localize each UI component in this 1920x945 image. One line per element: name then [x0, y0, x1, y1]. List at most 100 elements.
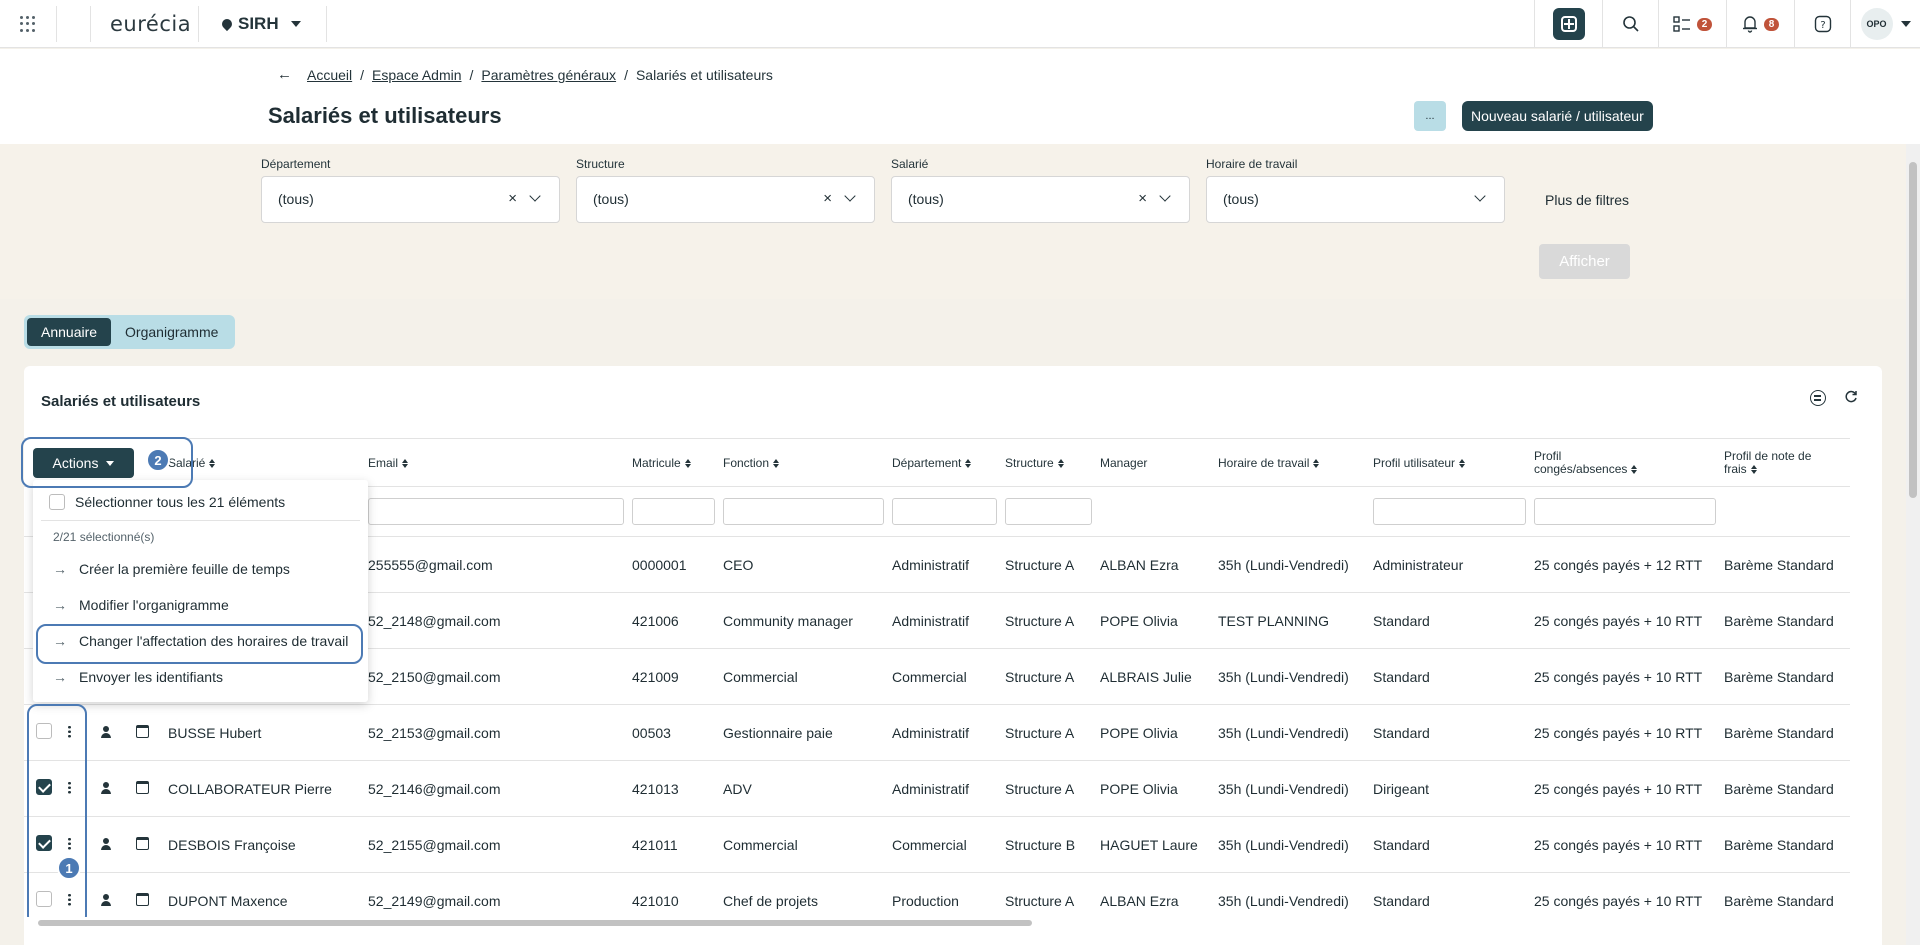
user-icon[interactable]: [100, 725, 112, 738]
cell-name: BUSSE Hubert: [164, 704, 364, 761]
calendar-icon[interactable]: [136, 724, 149, 738]
chevron-down-icon: [529, 190, 541, 202]
header-structure[interactable]: Structure: [1001, 438, 1096, 487]
header-horaire[interactable]: Horaire de travail: [1214, 438, 1369, 487]
svg-text:?: ?: [1820, 20, 1825, 31]
header-profil-utilisateur[interactable]: Profil utilisateur: [1369, 438, 1530, 487]
select-all-checkbox[interactable]: [49, 494, 65, 510]
structure-filter-input[interactable]: [1005, 498, 1092, 525]
breadcrumb-accueil[interactable]: Accueil: [307, 67, 352, 83]
user-menu[interactable]: OPO: [1850, 0, 1920, 48]
cell-conges: 25 congés payés + 10 RTT: [1530, 592, 1720, 649]
fonction-filter-input[interactable]: [723, 498, 884, 525]
refresh-icon[interactable]: [1844, 390, 1858, 404]
horaire-select[interactable]: (tous): [1206, 176, 1505, 223]
quick-add-button[interactable]: [1534, 0, 1602, 48]
cell-matricule: 421011: [628, 816, 719, 873]
tab-organigramme[interactable]: Organigramme: [111, 318, 232, 346]
select-all-option[interactable]: Sélectionner tous les 21 éléments: [49, 494, 285, 510]
scroll-thumb[interactable]: [1909, 162, 1917, 498]
cell-profil: Dirigeant: [1369, 760, 1530, 817]
cell-horaire: 35h (Lundi-Vendredi): [1214, 760, 1369, 817]
departement-select[interactable]: (tous) ×: [261, 176, 560, 223]
help-button[interactable]: ?: [1794, 0, 1850, 48]
cell-profil: Standard: [1369, 592, 1530, 649]
header-profil-conges[interactable]: Profil congés/absences: [1530, 438, 1720, 487]
action-send-credentials[interactable]: → Envoyer les identifiants: [53, 669, 223, 685]
calendar-icon[interactable]: [136, 836, 149, 850]
header-fonction[interactable]: Fonction: [719, 438, 888, 487]
cell-structure: Structure A: [1001, 760, 1096, 817]
logo[interactable]: eurécia: [110, 12, 191, 36]
cell-conges: 25 congés payés + 12 RTT: [1530, 536, 1720, 593]
filter-label: Département: [261, 157, 331, 171]
cell-profil: Standard: [1369, 648, 1530, 705]
filter-label: Salarié: [891, 157, 929, 171]
card-title: Salariés et utilisateurs: [41, 393, 201, 410]
column-settings-icon[interactable]: [1810, 390, 1826, 406]
cell-matricule: 0000001: [628, 536, 719, 593]
cell-name: COLLABORATEUR Pierre: [164, 760, 364, 817]
header-departement[interactable]: Département: [888, 438, 1001, 487]
header-email[interactable]: Email: [364, 438, 628, 487]
breadcrumb-separator: /: [469, 67, 474, 83]
cell-structure: Structure A: [1001, 704, 1096, 761]
apps-grid-icon[interactable]: [20, 16, 36, 32]
clear-icon[interactable]: ×: [823, 190, 832, 207]
action-edit-org-chart[interactable]: → Modifier l'organigramme: [53, 597, 229, 613]
cell-manager: POPE Olivia: [1096, 592, 1214, 649]
search-button[interactable]: [1602, 0, 1658, 48]
cell-manager: ALBAN Ezra: [1096, 536, 1214, 593]
table-row[interactable]: BUSSE Hubert 52_2153@gmail.com 00503 Gestio…: [24, 704, 1850, 761]
tab-annuaire[interactable]: Annuaire: [27, 318, 112, 346]
more-filters-link[interactable]: Plus de filtres: [1545, 192, 1629, 208]
cell-manager: POPE Olivia: [1096, 760, 1214, 817]
matricule-filter-input[interactable]: [632, 498, 715, 525]
filter-label: Horaire de travail: [1206, 157, 1298, 171]
clear-icon[interactable]: ×: [508, 190, 517, 207]
calendar-icon[interactable]: [136, 780, 149, 794]
header-matricule[interactable]: Matricule: [628, 438, 719, 487]
departement-filter-input[interactable]: [892, 498, 997, 525]
action-create-timesheet[interactable]: → Créer la première feuille de temps: [53, 561, 290, 577]
breadcrumb-parametres[interactable]: Paramètres généraux: [481, 67, 616, 83]
cell-matricule: 421006: [628, 592, 719, 649]
email-filter-input[interactable]: [368, 498, 624, 525]
clear-icon[interactable]: ×: [1138, 190, 1147, 207]
horizontal-scrollbar[interactable]: [24, 917, 1882, 929]
apply-filters-button[interactable]: Afficher: [1539, 244, 1630, 279]
cell-fonction: ADV: [719, 760, 888, 817]
breadcrumb-espace-admin[interactable]: Espace Admin: [372, 67, 462, 83]
user-icon[interactable]: [100, 781, 112, 794]
cell-frais: Barème Standard: [1720, 536, 1850, 593]
actions-dropdown: Sélectionner tous les 21 éléments 2/21 s…: [33, 480, 368, 702]
table-row[interactable]: DESBOIS Françoise 52_2155@gmail.com 421011…: [24, 816, 1850, 873]
cell-departement: Administratif: [888, 592, 1001, 649]
user-icon[interactable]: [100, 893, 112, 906]
sort-icon: [1057, 458, 1064, 468]
vertical-scrollbar[interactable]: [1906, 144, 1920, 945]
table-row[interactable]: COLLABORATEUR Pierre 52_2146@gmail.com 421…: [24, 760, 1850, 817]
arrow-right-icon: →: [53, 561, 67, 577]
user-icon[interactable]: [100, 837, 112, 850]
breadcrumb-current: Salariés et utilisateurs: [635, 67, 773, 83]
header-profil-frais[interactable]: Profil de note de frais: [1720, 438, 1850, 487]
calendar-icon[interactable]: [136, 892, 149, 906]
back-arrow-icon[interactable]: ←: [277, 66, 292, 83]
cell-frais: Barème Standard: [1720, 648, 1850, 705]
more-options-button[interactable]: ...: [1414, 101, 1446, 131]
profil-filter-input[interactable]: [1373, 498, 1526, 525]
notifications-button[interactable]: 8: [1726, 0, 1794, 48]
tasks-button[interactable]: 2: [1658, 0, 1726, 48]
scroll-thumb[interactable]: [38, 920, 1032, 926]
topbar-actions: 2 8 ? OPO: [1534, 0, 1920, 48]
cell-horaire: 35h (Lundi-Vendredi): [1214, 816, 1369, 873]
cell-horaire: 35h (Lundi-Vendredi): [1214, 648, 1369, 705]
app-switcher[interactable]: SIRH: [219, 14, 301, 34]
structure-select[interactable]: (tous) ×: [576, 176, 875, 223]
conges-filter-input[interactable]: [1534, 498, 1716, 525]
cell-email: 255555@gmail.com: [364, 536, 628, 593]
cell-horaire: TEST PLANNING: [1214, 592, 1369, 649]
salarie-select[interactable]: (tous) ×: [891, 176, 1190, 223]
new-employee-button[interactable]: Nouveau salarié / utilisateur: [1462, 101, 1653, 131]
